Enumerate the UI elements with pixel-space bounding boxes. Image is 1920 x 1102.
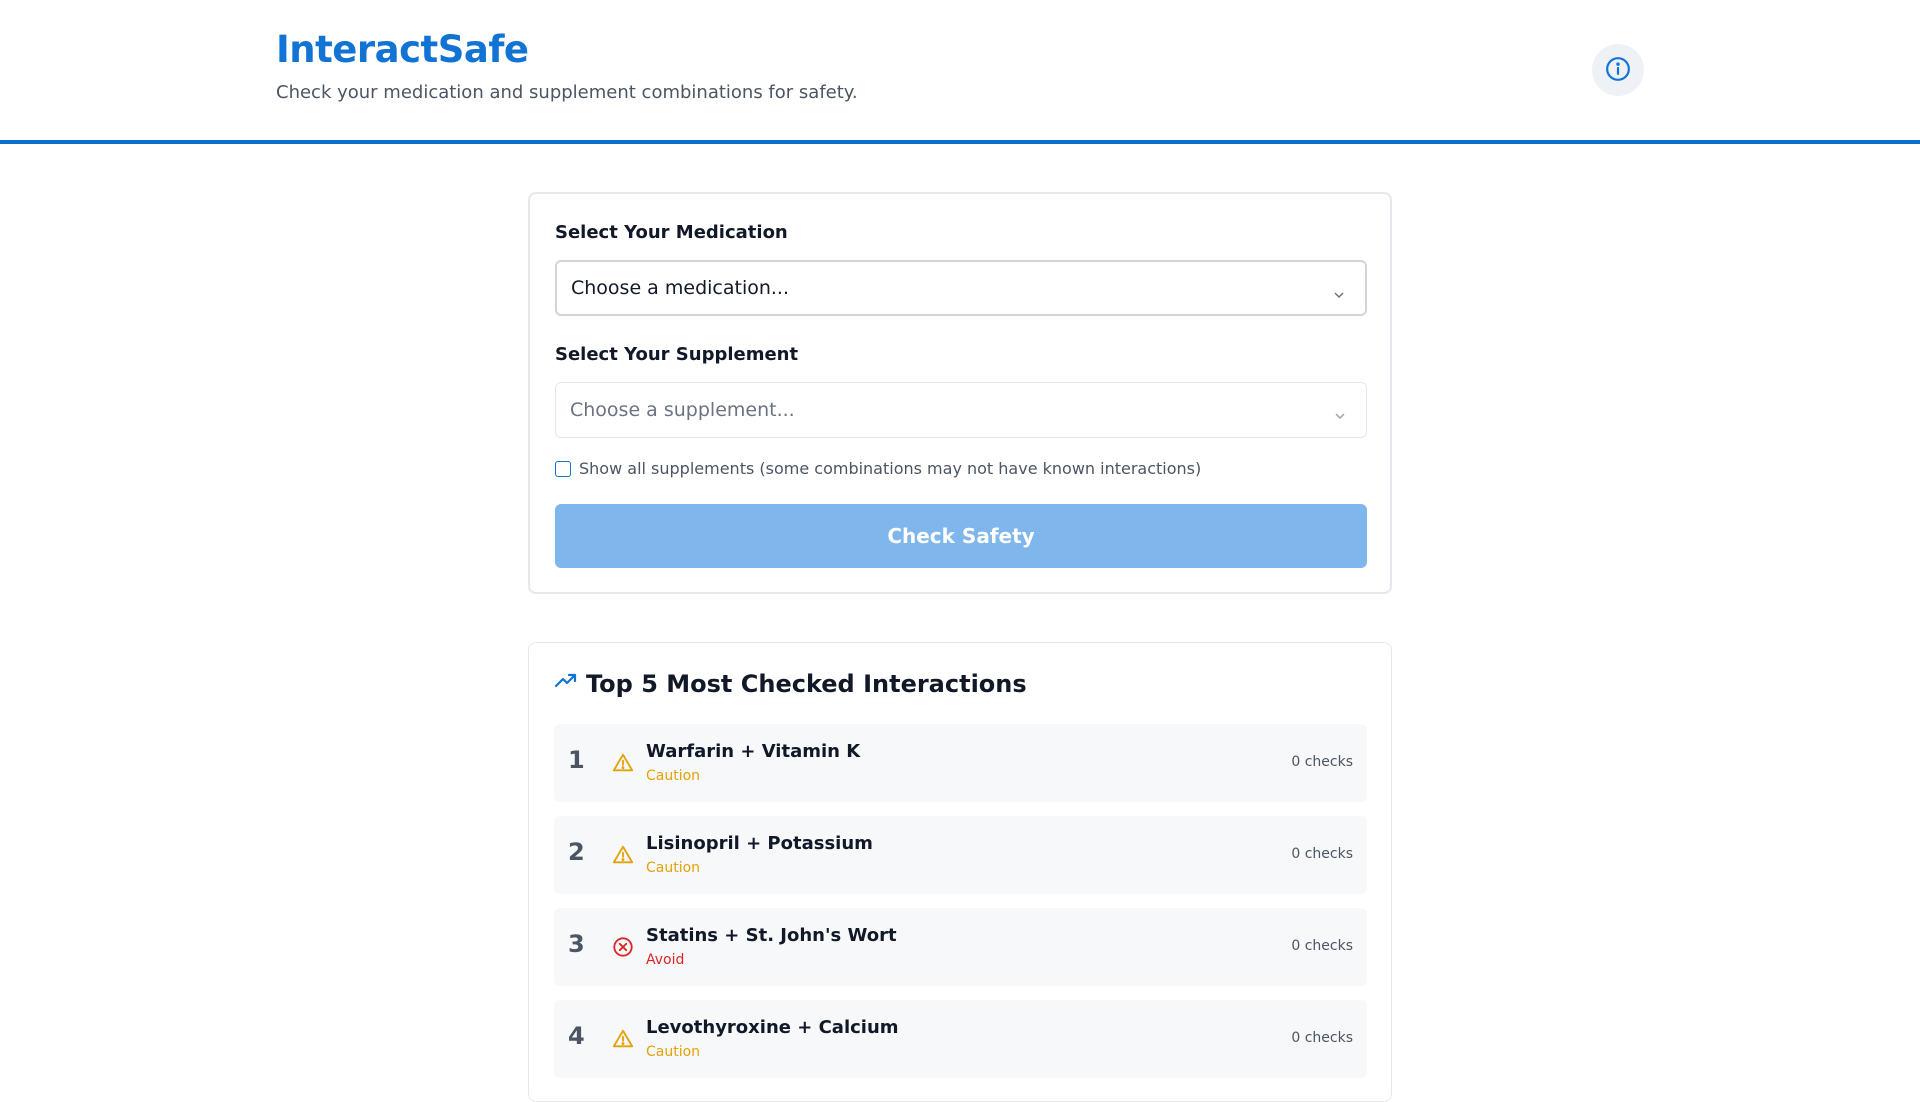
interaction-status: Caution <box>646 768 701 784</box>
interaction-check-count: 0 checks <box>1291 846 1353 862</box>
chevron-down-icon <box>1334 405 1346 420</box>
warning-icon <box>612 844 634 866</box>
app-header: InteractSafe Check your medication and s… <box>0 0 1920 144</box>
interaction-check-count: 0 checks <box>1291 754 1353 770</box>
top-interactions-title: Top 5 Most Checked Interactions <box>586 670 1027 698</box>
supplement-label: Select Your Supplement <box>555 344 799 365</box>
interaction-title: Warfarin + Vitamin K <box>646 741 861 762</box>
interaction-row[interactable]: 4 Levothyroxine + Calcium Caution 0 chec… <box>554 1000 1367 1078</box>
show-all-supplements-row[interactable]: Show all supplements (some combinations … <box>555 459 1201 478</box>
warning-icon <box>612 1028 634 1050</box>
interaction-row[interactable]: 2 Lisinopril + Potassium Caution 0 check… <box>554 816 1367 894</box>
check-safety-button[interactable]: Check Safety <box>555 504 1367 568</box>
top-interactions-card: Top 5 Most Checked Interactions 1 Warfar… <box>528 642 1392 1102</box>
medication-label: Select Your Medication <box>555 222 788 243</box>
interaction-form: Select Your Medication Choose a medicati… <box>528 192 1392 594</box>
app-title: InteractSafe <box>276 28 529 71</box>
interaction-title: Statins + St. John's Wort <box>646 925 897 946</box>
show-all-supplements-checkbox[interactable] <box>555 460 571 477</box>
medication-select-value: Choose a medication... <box>571 277 790 299</box>
interaction-status: Caution <box>646 860 701 876</box>
interaction-check-count: 0 checks <box>1291 1030 1353 1046</box>
interaction-status: Caution <box>646 1044 701 1060</box>
interaction-title: Lisinopril + Potassium <box>646 833 873 854</box>
info-icon <box>1605 56 1631 85</box>
interaction-rank: 1 <box>568 746 585 774</box>
interaction-title: Levothyroxine + Calcium <box>646 1017 899 1038</box>
x-circle-icon <box>612 936 634 958</box>
interaction-row[interactable]: 3 Statins + St. John's Wort Avoid 0 chec… <box>554 908 1367 986</box>
info-button[interactable] <box>1592 44 1644 96</box>
interaction-status: Avoid <box>646 952 685 968</box>
show-all-supplements-label: Show all supplements (some combinations … <box>579 459 1202 478</box>
warning-icon <box>612 752 634 774</box>
trending-up-icon <box>554 669 578 699</box>
interaction-rank: 3 <box>568 930 585 958</box>
app-tagline: Check your medication and supplement com… <box>276 82 858 103</box>
interaction-rank: 2 <box>568 838 585 866</box>
top-interactions-heading: Top 5 Most Checked Interactions <box>554 669 1027 699</box>
chevron-down-icon <box>1333 284 1345 299</box>
interaction-row[interactable]: 1 Warfarin + Vitamin K Caution 0 checks <box>554 724 1367 802</box>
supplement-select-value: Choose a supplement... <box>570 399 795 421</box>
medication-select[interactable]: Choose a medication... <box>555 260 1367 316</box>
interaction-check-count: 0 checks <box>1291 938 1353 954</box>
supplement-select[interactable]: Choose a supplement... <box>555 382 1367 438</box>
interaction-rank: 4 <box>568 1022 585 1050</box>
